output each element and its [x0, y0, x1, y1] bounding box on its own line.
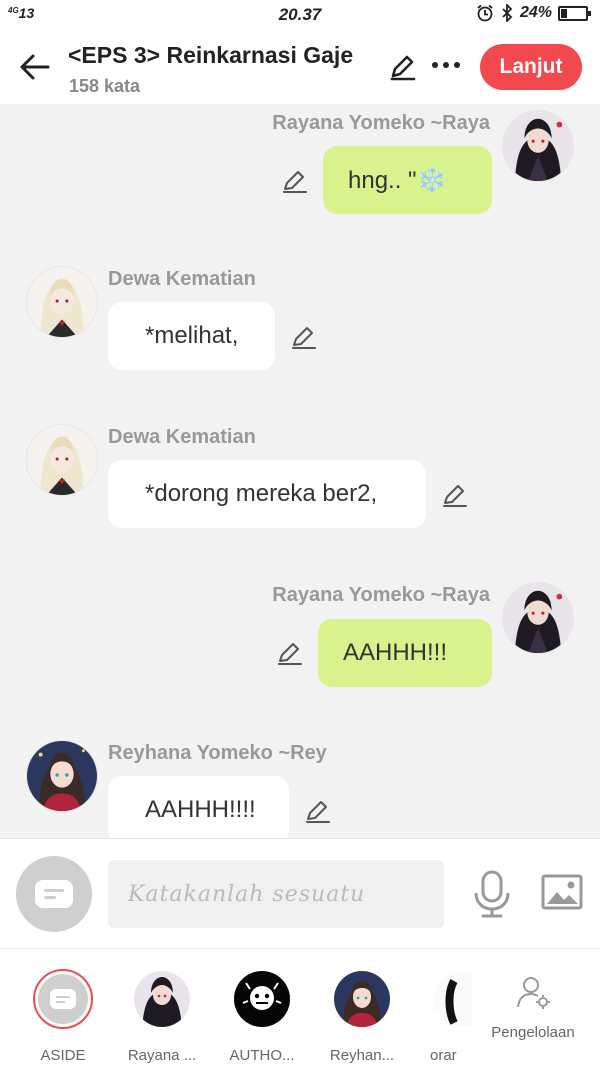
message-icon	[35, 880, 73, 908]
message-bubble[interactable]: *dorong mereka ber2,	[108, 460, 426, 528]
avatar[interactable]	[502, 582, 574, 654]
role-aside[interactable]: ASIDE	[18, 967, 108, 1064]
edit-title-icon[interactable]	[388, 52, 418, 82]
manage-roles-button[interactable]: Pengelolaan	[478, 973, 588, 1041]
avatar[interactable]	[502, 110, 574, 182]
message-bubble[interactable]: AAHHH!!!	[318, 619, 492, 687]
story-header: <EPS 3> Reinkarnasi Gaje 158 kata Lanjut	[0, 32, 600, 104]
status-right: 24%	[476, 4, 591, 22]
role-label: Rayana ...	[127, 1047, 197, 1064]
alarm-icon	[477, 4, 493, 22]
edit-message-icon[interactable]	[440, 480, 470, 510]
word-count: 158 kata	[69, 76, 141, 96]
message-sender: Reyhana Yomeko ~Rey	[108, 742, 327, 764]
bluetooth-icon	[502, 4, 513, 22]
role-reyhana[interactable]: Reyhan...	[317, 967, 407, 1064]
message-bubble[interactable]: hng.. "❄️	[323, 146, 492, 214]
role-orang[interactable]: orar	[412, 967, 472, 1064]
avatar	[234, 971, 290, 1027]
avatar[interactable]	[26, 740, 98, 812]
avatar	[334, 971, 390, 1027]
role-label: Reyhan...	[329, 1047, 395, 1064]
avatar[interactable]	[26, 424, 98, 496]
status-bar: 4G13 20.37 24%	[0, 0, 600, 32]
image-icon[interactable]	[540, 871, 584, 913]
avatar	[434, 971, 472, 1027]
message-bubble[interactable]: *melihat,	[108, 302, 275, 370]
chat-area[interactable]: Rayana Yomeko ~Raya hng.. "❄️ Dewa Kemat…	[0, 104, 600, 838]
role-author[interactable]: AUTHO...	[217, 967, 307, 1064]
role-label: orar	[430, 1047, 457, 1064]
message-bubble[interactable]: AAHHH!!!!	[108, 776, 289, 838]
message-sender: Rayana Yomeko ~Raya	[272, 584, 490, 606]
user-settings-icon	[517, 977, 550, 1009]
message-input[interactable]	[108, 860, 444, 928]
message-sender: Rayana Yomeko ~Raya	[272, 112, 490, 134]
avatar	[134, 971, 190, 1027]
page-title: <EPS 3> Reinkarnasi Gaje	[68, 42, 354, 68]
composer-bar	[0, 838, 600, 948]
manage-label: Pengelolaan	[491, 1024, 575, 1041]
more-options-icon[interactable]	[432, 62, 460, 68]
battery-icon	[558, 5, 591, 21]
role-label: ASIDE	[40, 1047, 86, 1064]
message-sender: Dewa Kematian	[108, 426, 256, 448]
message-icon	[50, 989, 76, 1009]
edit-message-icon[interactable]	[303, 796, 333, 826]
back-arrow-icon[interactable]	[18, 50, 52, 84]
aside-toggle-button[interactable]	[16, 856, 92, 932]
message-sender: Dewa Kematian	[108, 268, 256, 290]
role-label: AUTHO...	[229, 1047, 295, 1064]
avatar[interactable]	[26, 266, 98, 338]
edit-message-icon[interactable]	[289, 322, 319, 352]
battery-percent: 24%	[519, 4, 552, 21]
role-selector-bar: ASIDE Rayana ... AUTHO... Reyhan... orar…	[0, 948, 600, 1067]
role-rayana[interactable]: Rayana ...	[117, 967, 207, 1064]
edit-message-icon[interactable]	[275, 638, 305, 668]
next-button[interactable]: Lanjut	[480, 44, 582, 90]
edit-message-icon[interactable]	[280, 166, 310, 196]
microphone-icon[interactable]	[470, 869, 514, 919]
